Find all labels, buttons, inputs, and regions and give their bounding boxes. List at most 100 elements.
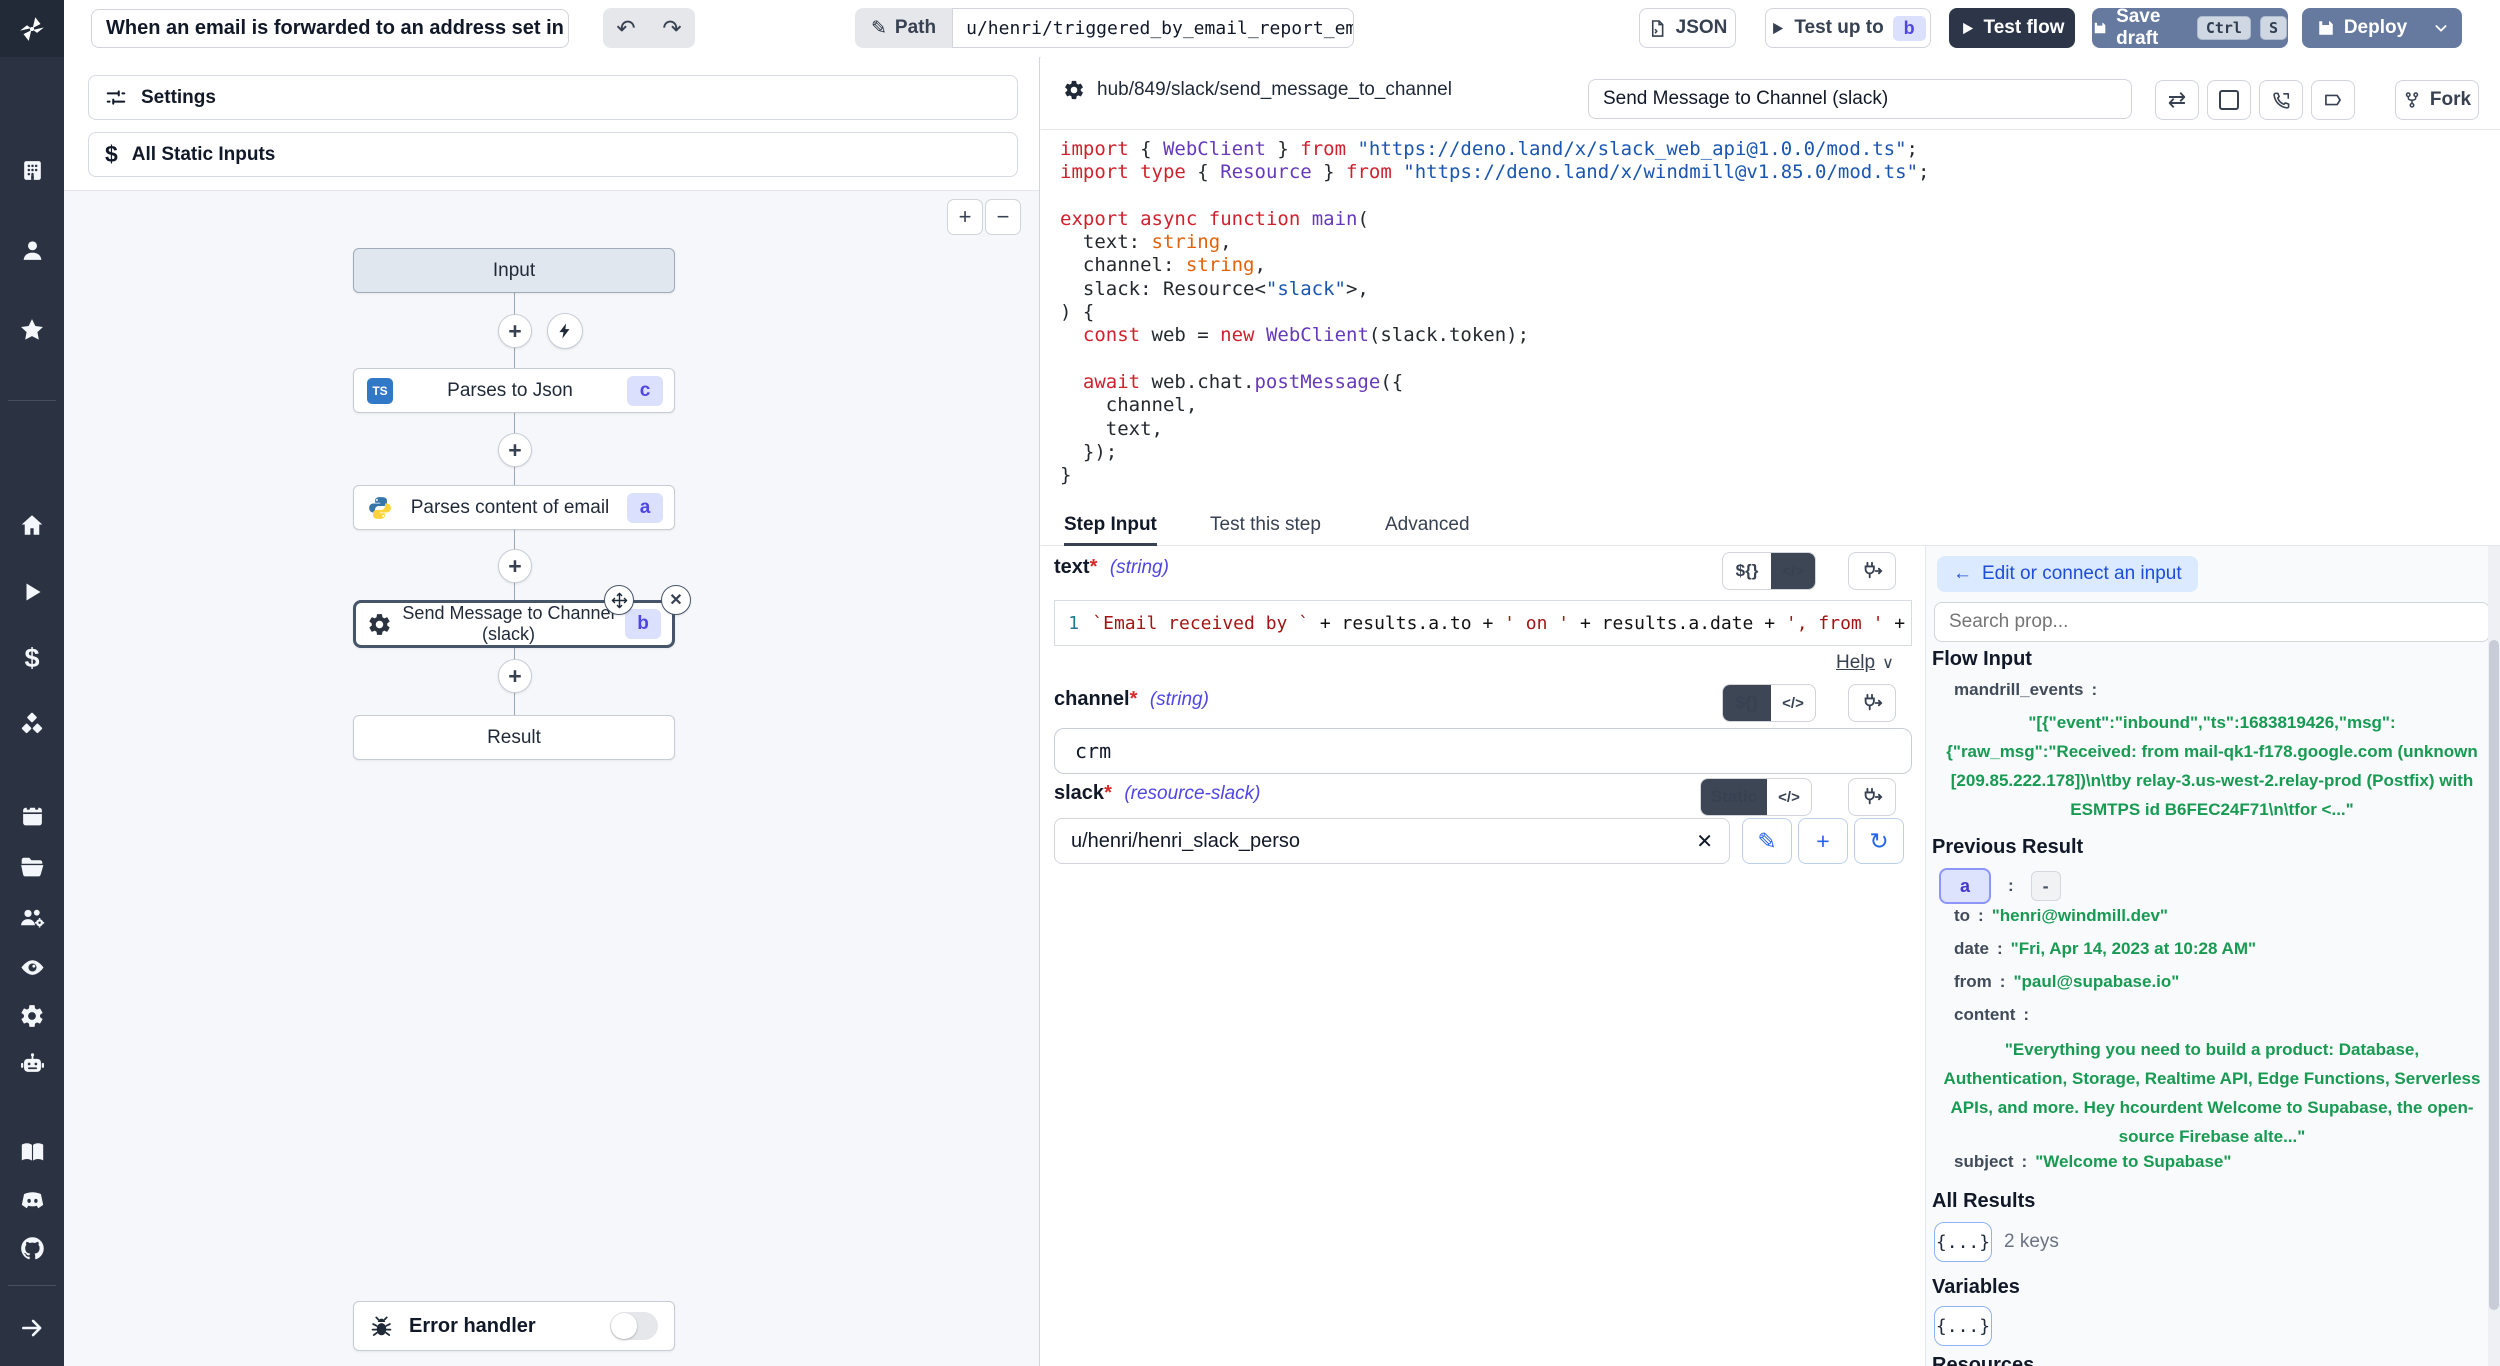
variables-dollar-icon[interactable]: $	[0, 636, 64, 680]
test-flow-button[interactable]: Test flow	[1949, 8, 2075, 48]
graph-canvas[interactable]	[64, 190, 1039, 1366]
result-row-subject[interactable]: subject:"Welcome to Supabase"	[1954, 1152, 2231, 1172]
fork-button[interactable]: Fork	[2395, 80, 2479, 120]
result-row-content-key[interactable]: content:	[1954, 1005, 2037, 1025]
variables-object-chip[interactable]: {...}	[1934, 1306, 1992, 1346]
windmill-logo[interactable]	[0, 0, 64, 57]
slack-input-mode-toggle[interactable]: Static </>	[1700, 778, 1812, 816]
insert-step-button[interactable]: +	[498, 549, 532, 583]
schedules-calendar-icon[interactable]	[0, 793, 64, 837]
audit-eye-icon[interactable]	[0, 945, 64, 989]
mandrill-events-row[interactable]: mandrill_events:	[1954, 680, 2105, 700]
text-expression-editor[interactable]: 1 `Email received by ` + results.a.to + …	[1054, 600, 1912, 646]
text-connect-plug-button[interactable]	[1848, 552, 1896, 590]
tag-flag-button[interactable]	[2311, 80, 2355, 120]
deploy-button[interactable]: Deploy	[2302, 8, 2462, 48]
workspace-icon[interactable]	[0, 148, 64, 192]
swap-language-button[interactable]: ⇄	[2155, 80, 2199, 120]
interpolate-mode-segment-active[interactable]: ${}	[1723, 685, 1771, 721]
interpolate-mode-segment[interactable]: ${}	[1723, 553, 1771, 589]
insert-step-button[interactable]: +	[498, 433, 532, 467]
channel-value-input[interactable]: crm	[1054, 728, 1912, 774]
test-up-to-step-badge: b	[1893, 16, 1926, 41]
channel-connect-plug-button[interactable]	[1848, 684, 1896, 722]
user-icon[interactable]	[0, 228, 64, 272]
expand-sidebar-arrow-icon[interactable]	[0, 1306, 64, 1350]
groups-icon[interactable]	[0, 896, 64, 940]
json-button[interactable]: JSON	[1639, 8, 1736, 48]
save-icon	[2093, 19, 2107, 37]
redo-icon[interactable]: ↷	[649, 15, 695, 42]
tab-advanced[interactable]: Advanced	[1385, 505, 1470, 545]
scrollbar-thumb[interactable]	[2489, 640, 2499, 1310]
all-static-inputs-card[interactable]: $ All Static Inputs	[88, 132, 1018, 177]
insert-step-button[interactable]: +	[498, 314, 532, 348]
result-content-value[interactable]: "Everything you need to build a product:…	[1942, 1035, 2482, 1151]
call-phone-button[interactable]	[2259, 80, 2303, 120]
edit-or-connect-button[interactable]: ← Edit or connect an input	[1937, 556, 2198, 592]
phone-icon	[2272, 91, 2291, 110]
tab-step-input[interactable]: Step Input	[1064, 505, 1157, 545]
variables-heading: Variables	[1932, 1276, 2020, 1299]
folders-icon[interactable]	[0, 845, 64, 889]
error-handler-toggle[interactable]	[610, 1312, 658, 1340]
zoom-out-button[interactable]: −	[985, 199, 1021, 235]
move-step-handle[interactable]	[604, 585, 634, 615]
docs-book-icon[interactable]	[0, 1130, 64, 1174]
step-tabs: Step Input Test this step Advanced	[1041, 505, 2500, 546]
flow-node-parses-to-json[interactable]: TS Parses to Json c	[353, 368, 675, 413]
collapse-minus-chip[interactable]: -	[2031, 871, 2061, 901]
flow-settings-card[interactable]: Settings	[88, 75, 1018, 120]
delete-step-button[interactable]: ✕	[661, 585, 691, 615]
resources-cubes-icon[interactable]	[0, 702, 64, 746]
trigger-bolt-button[interactable]	[547, 313, 583, 349]
result-row-from[interactable]: from:"paul@supabase.io"	[1954, 972, 2179, 992]
deploy-dropdown-chevron-icon[interactable]	[2421, 9, 2461, 47]
flow-title-input[interactable]: When an email is forwarded to an address…	[91, 9, 569, 48]
runs-play-icon[interactable]	[0, 570, 64, 614]
step-summary-input[interactable]: Send Message to Channel (slack)	[1588, 79, 2132, 119]
step-code-editor[interactable]: import { WebClient } from "https://deno.…	[1060, 138, 2480, 487]
insert-step-button[interactable]: +	[498, 659, 532, 693]
flow-node-parses-content[interactable]: Parses content of email a	[353, 485, 675, 530]
all-results-object-chip[interactable]: {...}	[1934, 1222, 1992, 1262]
search-prop-input[interactable]	[1934, 602, 2490, 642]
save-draft-button[interactable]: Save draft Ctrl S	[2092, 8, 2288, 48]
error-handler-node[interactable]: Error handler	[353, 1301, 675, 1351]
edit-resource-button[interactable]: ✎	[1742, 818, 1792, 864]
favorites-star-icon[interactable]	[0, 308, 64, 352]
code-mode-segment-active[interactable]: </>	[1771, 553, 1815, 589]
flow-node-input[interactable]: Input	[353, 248, 675, 293]
workers-robot-icon[interactable]	[0, 1042, 64, 1086]
tab-test-this-step[interactable]: Test this step	[1210, 505, 1321, 545]
path-chip[interactable]: ✎ Path	[855, 8, 952, 48]
discord-icon[interactable]	[0, 1178, 64, 1222]
code-mode-segment[interactable]: </>	[1767, 779, 1811, 815]
python-icon	[367, 495, 393, 521]
zoom-in-button[interactable]: +	[947, 199, 983, 235]
code-mode-segment[interactable]: </>	[1771, 685, 1815, 721]
result-row-date[interactable]: date:"Fri, Apr 14, 2023 at 10:28 AM"	[1954, 939, 2256, 959]
static-mode-segment-active[interactable]: Static	[1701, 779, 1767, 815]
result-row-to[interactable]: to:"henri@windmill.dev"	[1954, 906, 2168, 926]
clear-resource-x-icon[interactable]: ✕	[1696, 829, 1713, 854]
github-icon[interactable]	[0, 1226, 64, 1270]
slack-connect-plug-button[interactable]	[1848, 778, 1896, 816]
flow-node-result[interactable]: Result	[353, 715, 675, 760]
edit-or-connect-label: Edit or connect an input	[1982, 563, 2182, 585]
home-icon[interactable]	[0, 503, 64, 547]
refresh-resource-button[interactable]: ↻	[1854, 818, 1904, 864]
channel-input-mode-toggle[interactable]: ${} </>	[1722, 684, 1816, 722]
stop-square-button[interactable]	[2207, 80, 2251, 120]
test-up-to-button[interactable]: Test up to b	[1765, 8, 1931, 48]
settings-gear-icon[interactable]	[0, 994, 64, 1038]
undo-icon[interactable]: ↶	[603, 15, 649, 42]
step-a-badge[interactable]: a	[1939, 868, 1991, 904]
help-link[interactable]: Help ∨	[1836, 652, 1894, 674]
add-resource-button[interactable]: +	[1798, 818, 1848, 864]
mandrill-events-value[interactable]: "[{"event":"inbound","ts":1683819426,"ms…	[1942, 708, 2482, 824]
text-input-mode-toggle[interactable]: ${} </>	[1722, 552, 1816, 590]
previous-result-a-row[interactable]: a : -	[1939, 868, 2061, 904]
slack-resource-picker[interactable]: u/henri/henri_slack_perso ✕	[1054, 818, 1730, 864]
path-value-input[interactable]: u/henri/triggered_by_email_report_email	[952, 8, 1354, 48]
